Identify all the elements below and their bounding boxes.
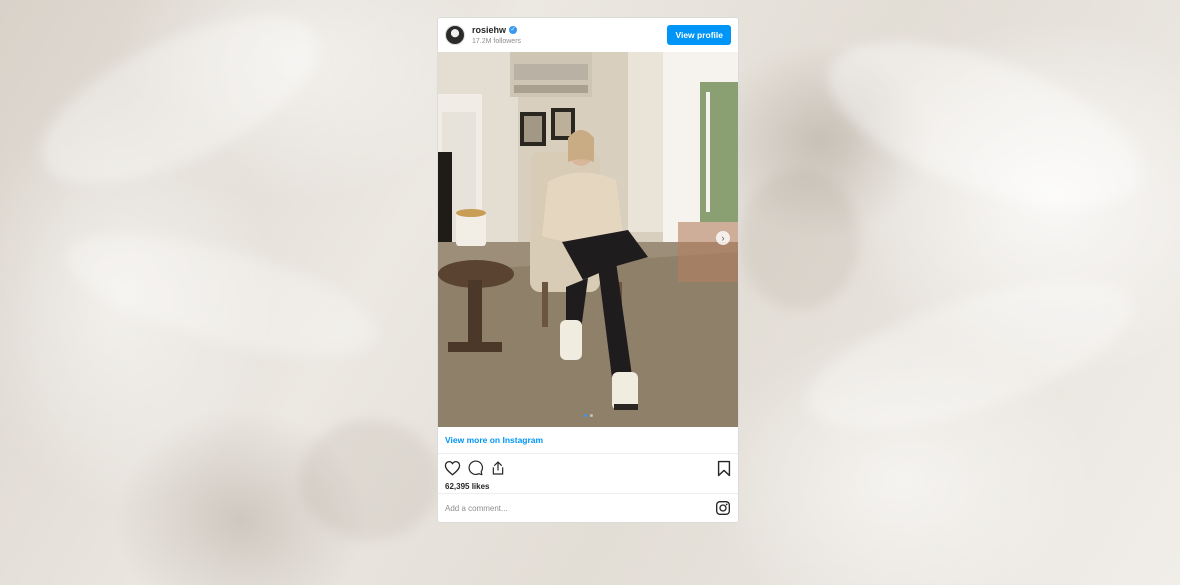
background-feather xyxy=(53,210,387,380)
carousel-indicator xyxy=(438,414,738,417)
action-bar xyxy=(438,454,738,482)
carousel-dot-active xyxy=(583,414,587,417)
view-profile-button[interactable]: View profile xyxy=(667,25,731,45)
instagram-embed-card: rosiehw ✓ 17.2M followers View profile ›… xyxy=(437,17,739,523)
photo-image xyxy=(438,52,738,427)
chevron-right-icon[interactable]: › xyxy=(716,231,730,245)
avatar[interactable] xyxy=(445,25,465,45)
comment-row xyxy=(438,493,738,522)
post-header: rosiehw ✓ 17.2M followers View profile xyxy=(438,18,738,52)
background-feather xyxy=(740,170,860,310)
view-more-row: View more on Instagram xyxy=(438,427,738,454)
follower-count: 17.2M followers xyxy=(472,37,522,45)
carousel-dot xyxy=(589,414,593,417)
comment-input[interactable] xyxy=(445,503,715,513)
background-feather xyxy=(18,0,342,218)
username[interactable]: rosiehw xyxy=(472,25,506,35)
user-info: rosiehw ✓ 17.2M followers xyxy=(472,25,522,45)
post-photo[interactable]: › xyxy=(438,52,738,427)
instagram-logo-icon[interactable] xyxy=(715,500,731,516)
heart-icon[interactable] xyxy=(444,460,461,476)
comment-icon[interactable] xyxy=(467,460,484,476)
share-icon[interactable] xyxy=(490,460,506,476)
background-feather xyxy=(300,420,440,540)
background-feather xyxy=(807,7,1163,243)
bookmark-icon[interactable] xyxy=(716,460,732,477)
verified-badge-icon: ✓ xyxy=(509,26,518,34)
username-row: rosiehw ✓ xyxy=(472,25,521,35)
view-more-on-instagram-link[interactable]: View more on Instagram xyxy=(445,435,543,445)
